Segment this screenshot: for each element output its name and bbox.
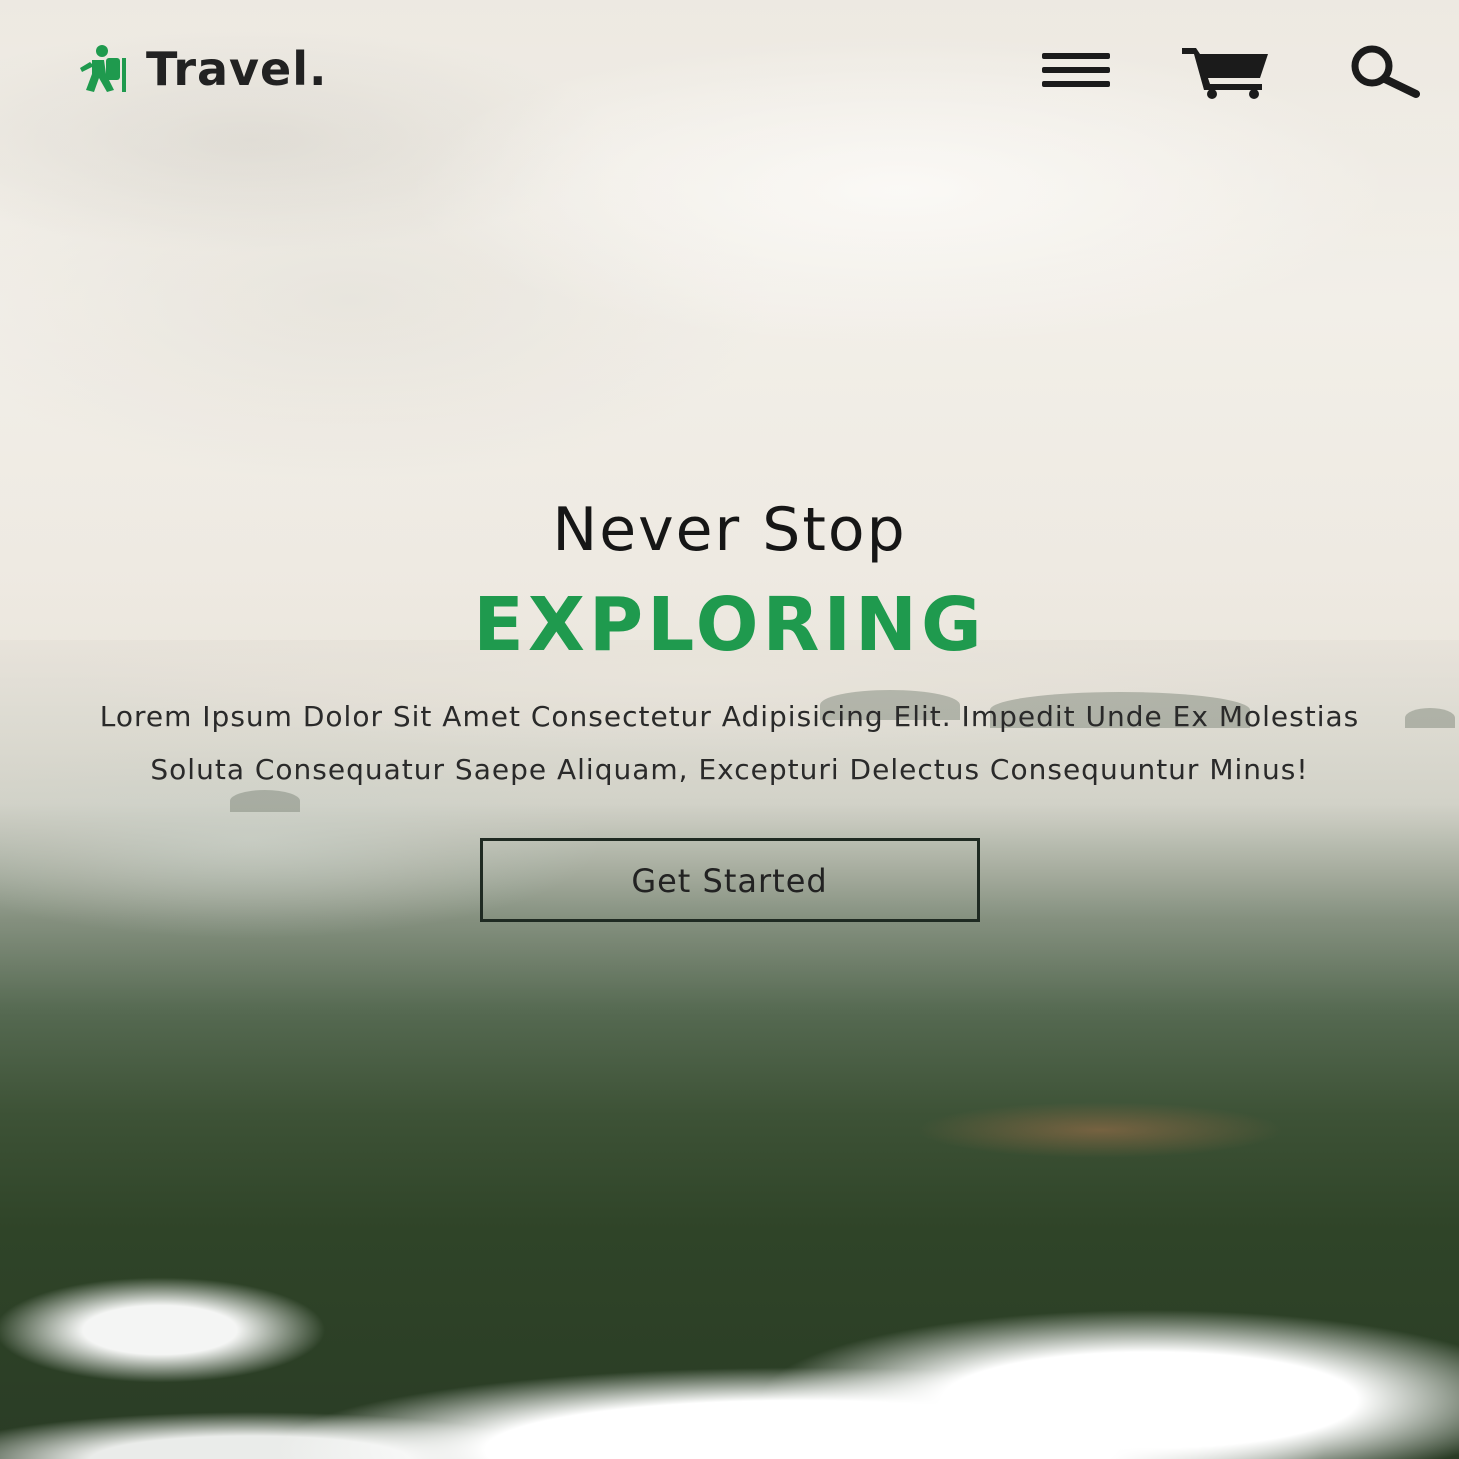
cart-button[interactable] [1180,40,1272,100]
get-started-button[interactable]: Get Started [479,838,980,922]
shopping-cart-icon [1182,48,1268,99]
hero-section: Never Stop EXPLORING Lorem Ipsum Dolor S… [0,490,1459,922]
search-button[interactable] [1340,40,1424,100]
menu-button[interactable] [1040,40,1112,100]
search-icon [1351,45,1420,98]
hero-title: Never Stop [552,495,907,565]
site-header: Travel. [0,0,1459,140]
hamburger-menu-icon [1042,53,1110,87]
brand-logo[interactable]: Travel. [70,44,327,94]
hiking-person-icon [80,45,126,92]
hero-description: Lorem Ipsum Dolor Sit Amet Consectetur A… [99,700,1360,786]
landing-page: Travel. Never Stop EXPLORING Lorem Ipsum… [0,0,1459,1459]
brand-name: Travel. [146,42,328,96]
mist-overlay [0,1260,1459,1459]
hero-highlight: EXPLORING [473,582,986,668]
